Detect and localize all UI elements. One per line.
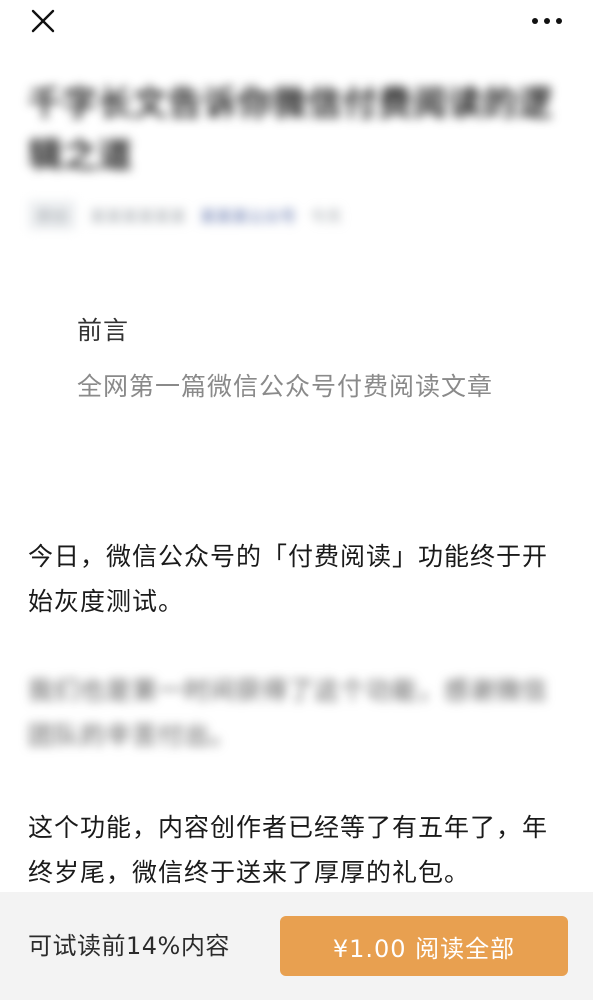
close-button[interactable] xyxy=(28,6,58,36)
trial-read-text: 可试读前14%内容 xyxy=(28,932,230,960)
paragraph-2: 这个功能，内容创作者已经等了有五年了，年终岁尾，微信终于送来了厚厚的礼包。 xyxy=(28,813,549,887)
top-bar xyxy=(0,0,593,44)
original-tag: 原创 xyxy=(28,200,77,230)
preface-title: 前言 xyxy=(77,316,130,345)
author-name: 某某某某某某 xyxy=(90,207,187,226)
article-page: 千字长文告诉你微信付费阅读的逻辑之道 原创 某某某某某某 某某某公众号 今天 前… xyxy=(0,0,593,1000)
close-icon xyxy=(31,9,55,33)
article-title: 千字长文告诉你微信付费阅读的逻辑之道 xyxy=(28,84,553,176)
publish-time: 今天 xyxy=(310,207,343,226)
pay-bar: 可试读前14%内容 ¥1.00 阅读全部 xyxy=(0,892,593,1000)
paragraph-blurred: 我们也是第一时间获得了这个功能，感谢微信团队的辛苦付出。 xyxy=(28,676,549,750)
pay-read-all-button[interactable]: ¥1.00 阅读全部 xyxy=(280,916,568,976)
more-button[interactable] xyxy=(527,6,567,36)
article-meta: 原创 某某某某某某 某某某公众号 今天 xyxy=(28,200,342,230)
paragraph-1: 今日，微信公众号的「付费阅读」功能终于开始灰度测试。 xyxy=(28,542,549,616)
preface-description: 全网第一篇微信公众号付费阅读文章 xyxy=(77,372,494,401)
account-link[interactable]: 某某某公众号 xyxy=(200,203,296,227)
more-dots-icon xyxy=(532,18,562,24)
